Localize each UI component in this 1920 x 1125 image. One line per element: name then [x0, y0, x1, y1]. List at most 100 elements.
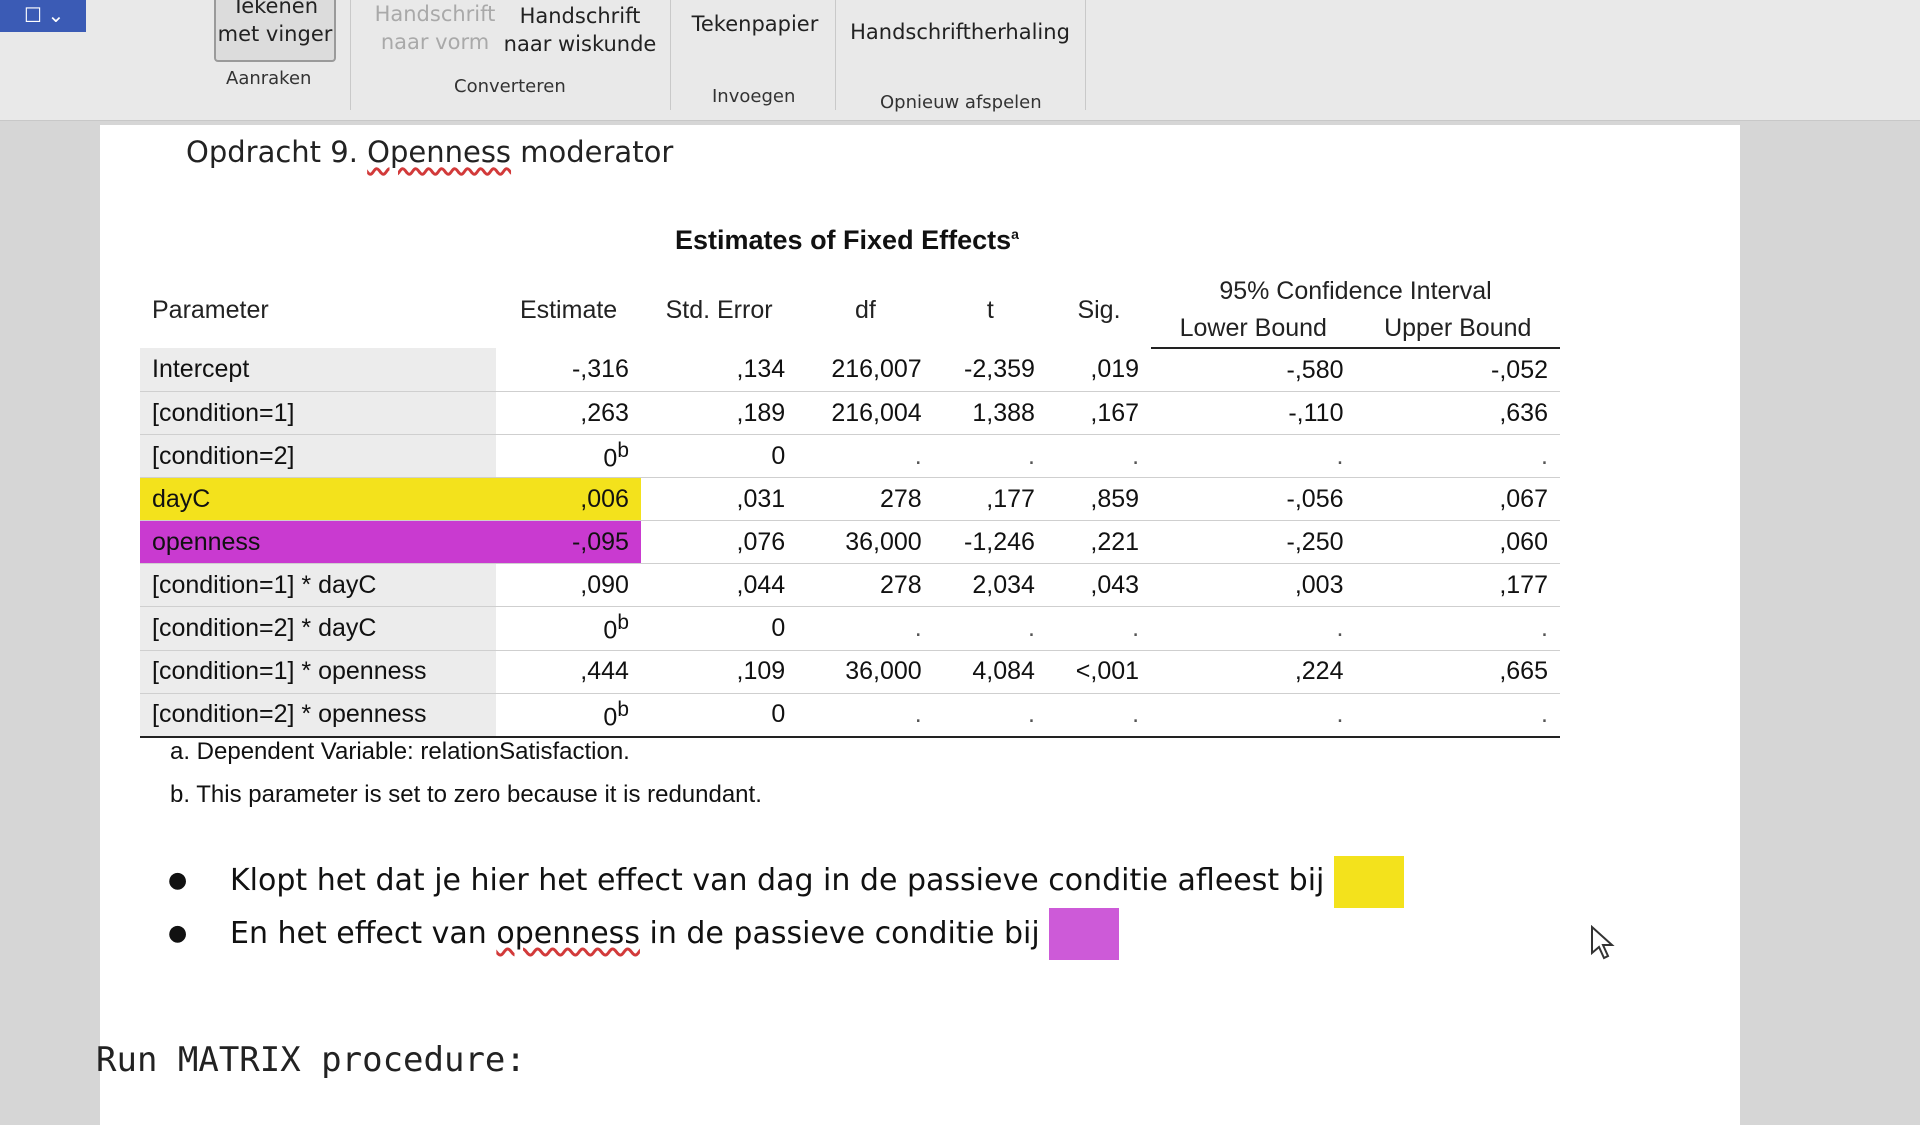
footnote-a: a. Dependent Variable: relationSatisfact…: [170, 738, 630, 765]
table-row: Intercept -,316 ,134 216,007 -2,359 ,019…: [140, 348, 1560, 392]
t-cell: -2,359: [933, 348, 1047, 392]
heading-prefix: Opdracht 9.: [186, 135, 358, 169]
std-error-cell: ,031: [640, 477, 798, 522]
df-cell: .: [797, 693, 934, 738]
document-page[interactable]: Opdracht 9. Openness moderator Estimates…: [96, 125, 1740, 1125]
estimate-cell: ,444: [496, 650, 641, 694]
group-label-convert: Converteren: [454, 76, 566, 97]
question2-text-a: En het effect van: [230, 915, 497, 951]
footnote-marker: b: [617, 439, 629, 462]
footnote-b: b. This parameter is set to zero because…: [170, 781, 762, 808]
estimate-cell: ,263: [496, 391, 641, 435]
group-label-insert: Invoegen: [712, 86, 796, 107]
col-header-df: df: [855, 296, 876, 324]
question1-text-b: conditie: [1048, 863, 1168, 898]
df-cell: .: [797, 606, 934, 651]
list-item[interactable]: Klopt het dat je hier het effect van dag…: [160, 855, 1404, 908]
lower-bound-cell: -,580: [1151, 348, 1356, 392]
param-cell: [condition=2] * dayC: [140, 606, 497, 651]
pen-icon[interactable]: ☐ ⌄: [24, 5, 64, 27]
col-header-upper-bound: Upper Bound: [1355, 310, 1560, 349]
std-error-cell: 0: [640, 434, 798, 479]
ink-to-shape-button[interactable]: Handschrift naar vorm: [370, 0, 500, 56]
col-header-t: t: [986, 296, 994, 324]
col-header-estimate: Estimate: [519, 296, 618, 324]
t-cell: .: [933, 693, 1047, 738]
estimate-cell-highlighted-purple: -,095: [496, 520, 641, 565]
table-title: Estimates of Fixed Effectsa: [675, 225, 1019, 256]
sig-cell: .: [1046, 434, 1152, 479]
param-cell: [condition=2]: [140, 434, 497, 479]
list-item[interactable]: En het effect van openness in de passiev…: [160, 908, 1404, 960]
col-header-std-error: Std. Error: [665, 296, 773, 324]
sig-cell: ,043: [1046, 563, 1152, 608]
sig-cell: ,221: [1046, 520, 1152, 565]
upper-bound-cell: .: [1355, 606, 1560, 651]
lower-bound-cell: .: [1151, 606, 1356, 651]
estimate-value: 0: [603, 444, 618, 473]
upper-bound-cell: ,665: [1355, 650, 1560, 694]
yellow-highlight-swatch: [1333, 855, 1404, 908]
df-cell: 36,000: [797, 520, 934, 565]
std-error-cell: ,109: [640, 650, 798, 694]
upper-bound-cell: .: [1355, 693, 1560, 738]
lower-bound-cell: -,056: [1151, 477, 1356, 522]
mouse-pointer-icon: [1591, 925, 1615, 960]
sig-cell: <,001: [1046, 650, 1152, 694]
lower-bound-cell: ,224: [1151, 650, 1356, 694]
ribbon-separator: [1085, 0, 1086, 110]
upper-bound-cell: ,060: [1355, 520, 1560, 565]
estimate-cell: 0b: [496, 606, 641, 651]
ink-replay-button[interactable]: Handschriftherhaling: [850, 18, 1070, 46]
sig-cell: ,859: [1046, 477, 1152, 522]
upper-bound-cell: .: [1355, 434, 1560, 479]
sig-cell: ,019: [1046, 348, 1152, 392]
drawing-paper-button[interactable]: Tekenpapier: [685, 10, 825, 38]
lower-bound-cell: .: [1151, 434, 1356, 479]
df-cell: 278: [797, 563, 934, 608]
t-cell: -1,246: [933, 520, 1047, 565]
table-row: [condition=1] * dayC ,090 ,044 278 2,034…: [140, 563, 1560, 608]
std-error-cell: ,189: [640, 391, 798, 435]
col-header-lower-bound: Lower Bound: [1151, 310, 1356, 349]
table-row: [condition=2] * dayC 0b 0 . . . . .: [140, 606, 1560, 651]
param-cell-highlighted-purple: openness: [140, 520, 497, 565]
std-error-cell: ,076: [640, 520, 798, 565]
df-cell: .: [797, 434, 934, 479]
estimate-value: 0: [603, 702, 618, 731]
lower-bound-cell: -,250: [1151, 520, 1356, 565]
sig-cell: .: [1046, 693, 1152, 738]
question2-text-c: in de passieve conditie bij: [639, 915, 1050, 951]
col-header-sig: Sig.: [1077, 296, 1121, 324]
purple-highlight-swatch: [1049, 908, 1120, 960]
ribbon-separator: [835, 0, 836, 110]
std-error-cell: ,044: [640, 563, 798, 608]
t-cell: 2,034: [933, 563, 1047, 608]
table-title-footnote-marker: a: [1011, 226, 1019, 242]
ink-to-math-button[interactable]: Handschrift naar wiskunde: [500, 2, 660, 58]
footnote-marker: b: [617, 611, 629, 635]
quick-access-toolbar[interactable]: ☐ ⌄: [0, 0, 86, 32]
param-cell: Intercept: [140, 348, 497, 392]
table-row: dayC ,006 ,031 278 ,177 ,859 -,056 ,067: [140, 477, 1560, 522]
col-header-ci: 95% Confidence Interval: [1219, 277, 1492, 305]
group-label-replay: Opnieuw afspelen: [880, 92, 1042, 113]
table-title-text: Estimates of Fixed Effects: [675, 225, 1012, 255]
sig-cell: .: [1046, 606, 1152, 651]
table-row: [condition=2] 0b 0 . . . . .: [140, 434, 1560, 479]
question2-text-b-spellcheck[interactable]: openness: [496, 916, 640, 951]
heading-suffix: moderator: [520, 135, 674, 169]
question-list: Klopt het dat je hier het effect van dag…: [160, 855, 1404, 960]
upper-bound-cell: -,052: [1355, 348, 1560, 392]
heading-word-spellcheck[interactable]: Openness: [367, 135, 511, 169]
fixed-effects-table: Parameter Estimate Std. Error df t Sig. …: [140, 273, 1560, 738]
param-cell-highlighted-yellow: dayC: [140, 477, 497, 522]
ribbon: ☐ ⌄ Tekenen met vinger Aanraken Handschr…: [0, 0, 1920, 121]
lower-bound-cell: .: [1151, 693, 1356, 738]
estimate-cell: 0b: [496, 434, 641, 479]
group-label-touch: Aanraken: [226, 68, 312, 89]
question1-text-a: Klopt het dat je hier het effect van dag…: [230, 863, 1049, 898]
ribbon-separator: [350, 0, 351, 110]
lower-bound-cell: -,110: [1151, 391, 1356, 435]
t-cell: .: [933, 434, 1047, 479]
